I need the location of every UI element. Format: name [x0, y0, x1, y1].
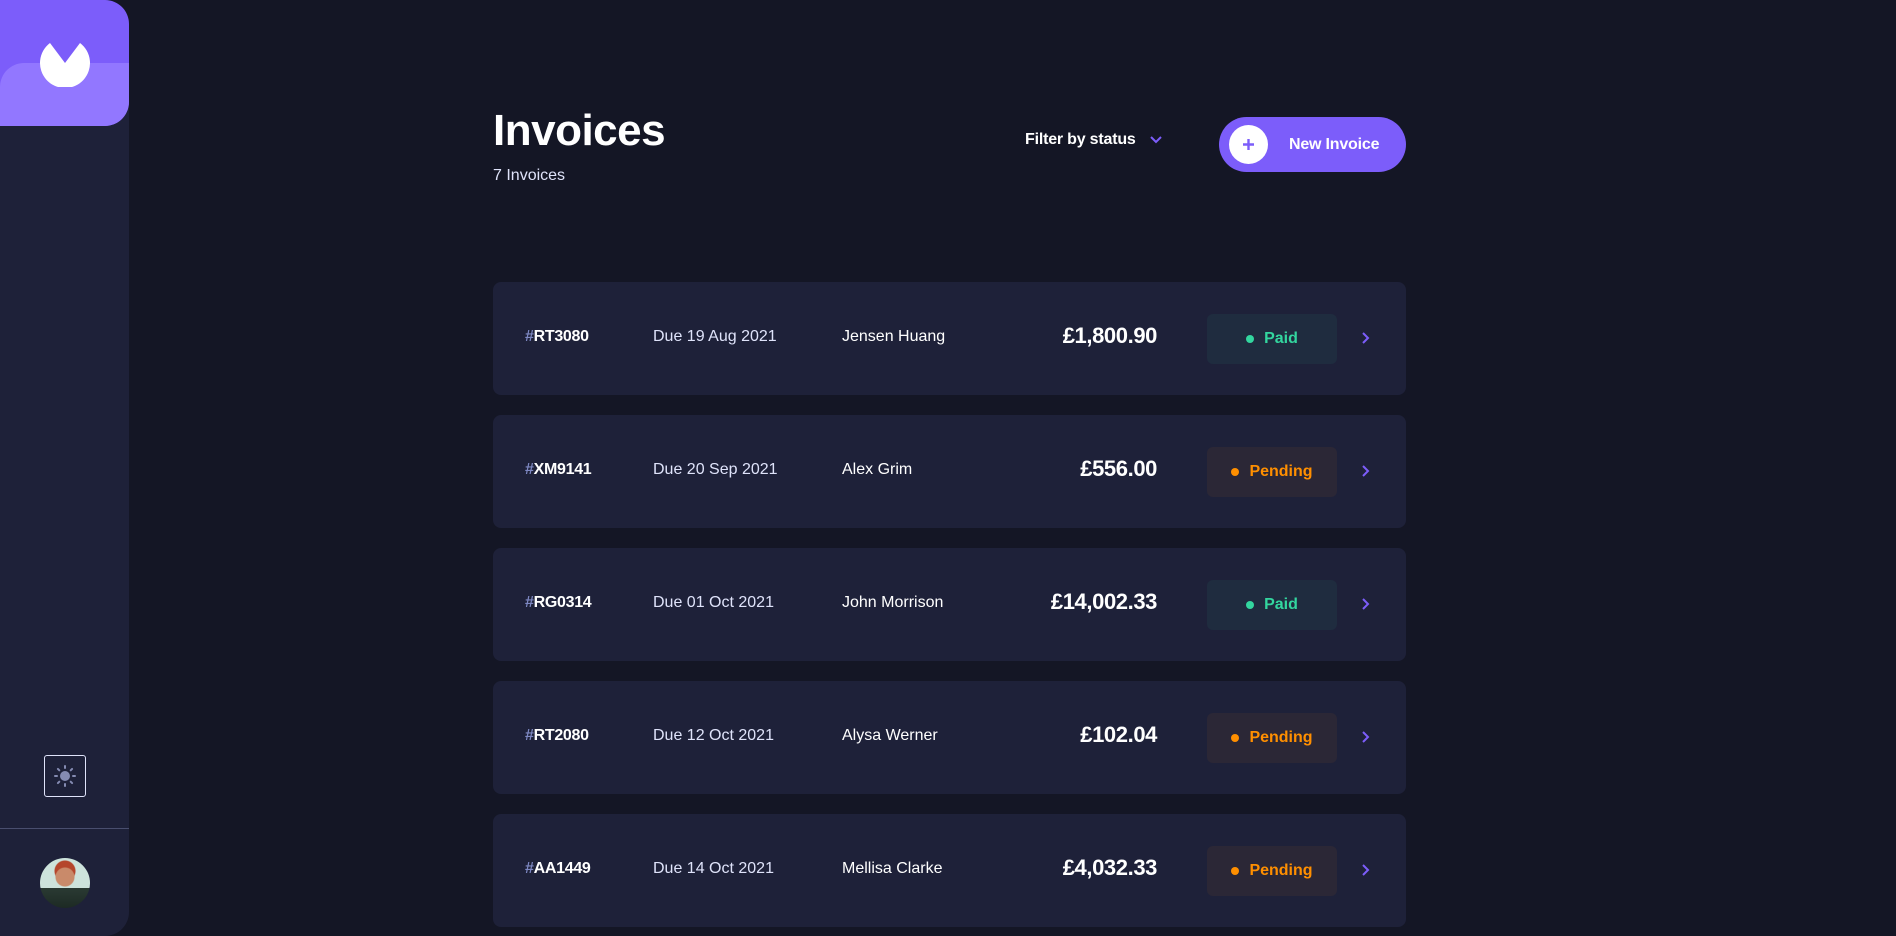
plus-icon: [1243, 139, 1254, 150]
invoice-due-date: Due 12 Oct 2021: [653, 727, 774, 744]
invoice-client-name: Jensen Huang: [842, 328, 946, 345]
logo-icon: [40, 43, 90, 87]
invoice-id: #AA1449: [525, 860, 591, 877]
status-badge: Paid: [1207, 580, 1337, 630]
status-dot: [1231, 734, 1240, 742]
status-label: Pending: [1249, 862, 1313, 879]
chevron-right-icon: [1362, 332, 1370, 344]
invoice-client-name: Alysa Werner: [842, 727, 938, 744]
invoice-due-date: Due 20 Sep 2021: [653, 461, 778, 478]
sidebar-bottom: [0, 755, 129, 936]
invoice-row[interactable]: #RG0314 Due 01 Oct 2021 John Morrison £1…: [493, 548, 1406, 661]
new-invoice-button[interactable]: New Invoice: [1219, 117, 1406, 172]
invoice-list: #RT3080 Due 19 Aug 2021 Jensen Huang £1,…: [493, 282, 1406, 936]
invoice-due-date: Due 01 Oct 2021: [653, 594, 774, 611]
invoice-row[interactable]: #RT3080 Due 19 Aug 2021 Jensen Huang £1,…: [493, 282, 1406, 395]
status-label: Pending: [1249, 729, 1313, 746]
invoice-row[interactable]: #RT2080 Due 12 Oct 2021 Alysa Werner £10…: [493, 681, 1406, 794]
invoice-due-date: Due 19 Aug 2021: [653, 328, 777, 345]
avatar-container: [0, 829, 129, 936]
status-label: Pending: [1249, 463, 1313, 480]
status-dot: [1231, 468, 1240, 476]
status-dot: [1231, 867, 1240, 875]
invoice-client-name: Alex Grim: [842, 461, 913, 478]
invoice-amount: £1,800.90: [1062, 323, 1158, 348]
status-dot: [1246, 335, 1255, 343]
invoices-header: Invoices 7 Invoices Filter by status New…: [493, 107, 1406, 187]
chevron-right-icon: [1362, 465, 1370, 477]
invoice-row[interactable]: #AA1449 Due 14 Oct 2021 Mellisa Clarke £…: [493, 814, 1406, 927]
status-dot: [1246, 601, 1255, 609]
sun-icon: [53, 765, 76, 787]
page-title: Invoices: [493, 106, 666, 155]
status-badge: Paid: [1207, 314, 1337, 364]
sidebar: [0, 0, 129, 936]
invoice-amount: £14,002.33: [1050, 589, 1158, 614]
status-badge: Pending: [1207, 447, 1337, 497]
filter-by-status-dropdown[interactable]: Filter by status: [1025, 131, 1162, 149]
invoice-count: 7 Invoices: [493, 167, 566, 184]
invoice-id: #RG0314: [525, 594, 592, 611]
app-logo[interactable]: [0, 0, 129, 126]
invoice-due-date: Due 14 Oct 2021: [653, 860, 774, 877]
theme-toggle-button[interactable]: [43, 755, 86, 797]
status-badge: Pending: [1207, 846, 1337, 896]
invoice-id: #RT2080: [525, 727, 589, 744]
invoice-amount: £102.04: [1080, 722, 1157, 747]
invoice-id: #RT3080: [525, 328, 589, 345]
invoice-id: #XM9141: [525, 461, 592, 478]
status-label: Paid: [1264, 596, 1298, 613]
filter-label: Filter by status: [1025, 131, 1136, 148]
new-invoice-label: New Invoice: [1289, 135, 1380, 153]
chevron-down-icon: [1149, 136, 1162, 144]
chevron-right-icon: [1362, 598, 1370, 610]
plus-icon-circle: [1229, 125, 1268, 164]
status-badge: Pending: [1207, 713, 1337, 763]
status-label: Paid: [1264, 330, 1298, 347]
user-avatar[interactable]: [39, 857, 90, 908]
invoice-row[interactable]: #XM9141 Due 20 Sep 2021 Alex Grim £556.0…: [493, 415, 1406, 528]
invoice-client-name: Mellisa Clarke: [842, 860, 943, 877]
invoice-client-name: John Morrison: [842, 594, 944, 611]
chevron-right-icon: [1362, 731, 1370, 743]
chevron-right-icon: [1362, 864, 1370, 876]
invoice-amount: £4,032.33: [1062, 855, 1158, 880]
invoice-amount: £556.00: [1080, 456, 1157, 481]
